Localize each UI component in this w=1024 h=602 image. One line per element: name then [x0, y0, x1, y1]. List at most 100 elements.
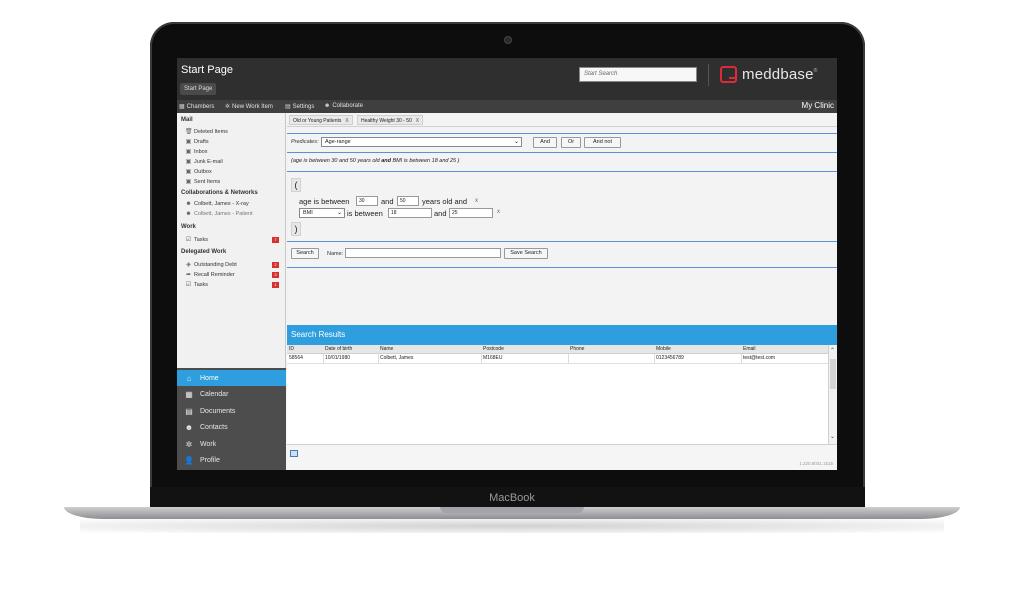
age-min-input[interactable]: 30 — [356, 196, 378, 206]
people-icon: ☻ — [324, 103, 331, 109]
nav-profile[interactable]: 👤 Profile — [177, 452, 286, 468]
chevron-up-icon[interactable]: ⌃ — [830, 347, 835, 354]
nav-documents[interactable]: ▤ Documents — [177, 403, 286, 419]
tab-healthy-weight[interactable]: Healthy Weight 30 - 50 X — [357, 115, 424, 125]
nav-home[interactable]: ⌂ Home — [177, 370, 286, 386]
sidebar-item-work-tasks[interactable]: ☑ Tasks 7 — [185, 236, 283, 243]
bmi-value: BMI — [303, 210, 313, 216]
camera-icon — [505, 37, 511, 43]
divider — [287, 171, 837, 172]
draft-icon: ▣ — [185, 139, 192, 145]
open-paren[interactable]: ( — [291, 178, 301, 192]
results-scrollbar[interactable]: ⌃ ⌄ — [828, 345, 837, 444]
search-button[interactable]: Search — [291, 248, 319, 259]
sidebar-item-sent[interactable]: ▣ Sent Items — [185, 178, 283, 186]
name-label: Name: — [327, 251, 344, 257]
close-paren[interactable]: ) — [291, 222, 301, 236]
nav-label: Documents — [200, 407, 236, 415]
toolbar-label: Settings — [292, 103, 315, 110]
sidebar-item-label: Tasks — [194, 236, 209, 243]
cell-dob: 10/01/1980 — [325, 355, 351, 361]
bmi-min-input[interactable]: 18 — [388, 208, 432, 218]
sidebar-item-label: Drafts — [194, 138, 209, 145]
toolbar-new-work-item[interactable]: ✲ New Work Item — [225, 103, 273, 111]
column-header[interactable]: Postcode — [483, 346, 504, 352]
sidebar-item-collab-xray[interactable]: ☻ Colbett, James - X-ray — [185, 201, 283, 207]
predicate-select[interactable]: Age-range ⌄ — [321, 137, 522, 147]
tab-label: Healthy Weight 30 - 50 — [361, 118, 412, 124]
nav-contacts[interactable]: ☻ Contacts — [177, 419, 286, 435]
toolbar-collaborate[interactable]: ☻ Collaborate — [324, 103, 363, 109]
query-tabs: Old or Young Patients X Healthy Weight 30… — [287, 113, 837, 127]
bmi-max-input[interactable]: 25 — [449, 208, 493, 218]
sent-icon: ▣ — [185, 179, 192, 185]
save-search-button[interactable]: Save Search — [504, 248, 548, 259]
column-header[interactable]: Email — [743, 346, 756, 352]
query-description: (age is between 30 and 50 years old and … — [291, 158, 459, 164]
column-separator — [741, 354, 742, 364]
column-header[interactable]: Phone — [570, 346, 584, 352]
cell-id: 58564 — [289, 355, 303, 361]
age-text: age is between — [299, 197, 350, 206]
age-max-input[interactable]: 50 — [397, 196, 419, 206]
device-label: MacBook — [489, 492, 535, 504]
nav-work[interactable]: ✲ Work — [177, 436, 286, 452]
toolbar-label: Chambers — [186, 103, 215, 110]
scroll-thumb[interactable] — [830, 359, 836, 389]
sidebar-item-outstanding-debt[interactable]: ◈ Outstanding Debt 2 — [185, 261, 283, 268]
tab-old-or-young[interactable]: Old or Young Patients X — [289, 115, 353, 125]
column-header[interactable]: Name — [380, 346, 393, 352]
sidebar-item-recall-reminder[interactable]: ➦ Recall Reminder 3 — [185, 271, 283, 278]
sidebar-item-inbox[interactable]: ▣ Inbox — [185, 148, 283, 156]
toolbar-chambers[interactable]: ▦ Chambers — [179, 103, 215, 111]
remove-age-icon[interactable]: x — [475, 198, 478, 204]
clinic-name[interactable]: My Clinic — [802, 101, 834, 110]
close-icon[interactable]: X — [416, 118, 419, 124]
sidebar-item-label: Outbox — [194, 168, 212, 175]
toolbar: ▦ Chambers ✲ New Work Item ▤ Settings ☻ Coll… — [177, 100, 837, 113]
app-header: Start Page Start Page Start Search meddb… — [177, 58, 837, 100]
desc-part: (age is between 30 and 50 years old — [291, 158, 382, 164]
nav-calendar[interactable]: ▦ Calendar — [177, 386, 286, 402]
cell-mobile: 0123456789 — [656, 355, 684, 361]
section-mail: Mail — [181, 117, 193, 123]
column-separator — [378, 354, 379, 364]
column-header[interactable]: ID — [289, 346, 294, 352]
junk-icon: ▣ — [185, 159, 192, 165]
column-separator — [568, 354, 569, 364]
sidebar-item-deleted[interactable]: 🗑 Deleted Items — [185, 128, 283, 136]
column-header[interactable]: Date of birth — [325, 346, 352, 352]
between-text: is between — [347, 209, 383, 218]
count-badge: 2 — [272, 261, 279, 268]
sidebar-item-outbox[interactable]: ▣ Outbox — [185, 168, 283, 176]
export-icon[interactable] — [290, 450, 298, 457]
toolbar-settings[interactable]: ▤ Settings — [285, 103, 315, 111]
section-work: Work — [181, 224, 196, 230]
and-button[interactable]: And — [533, 137, 557, 148]
documents-icon: ▤ — [185, 406, 193, 416]
chevron-down-icon[interactable]: ⌄ — [830, 433, 835, 440]
calendar-icon: ▦ — [185, 389, 193, 399]
search-name-input[interactable] — [345, 248, 501, 258]
sidebar-item-junk[interactable]: ▣ Junk E-mail — [185, 158, 283, 166]
start-search-input[interactable]: Start Search — [579, 67, 697, 82]
sidebar-item-collab-patient[interactable]: ☻ Colbett, James - Patient — [185, 211, 283, 217]
predicate-value: Age-range — [325, 139, 351, 145]
gear-icon: ✲ — [225, 104, 231, 110]
sidebar-item-delegated-tasks[interactable]: ☑ Tasks 1 — [185, 281, 283, 288]
or-button[interactable]: Or — [561, 137, 581, 148]
sidebar-item-drafts[interactable]: ▣ Drafts — [185, 138, 283, 146]
bmi-select[interactable]: BMI ⌄ — [299, 208, 345, 218]
column-separator — [323, 354, 324, 364]
checkbox-icon: ☑ — [185, 237, 192, 243]
column-separator — [654, 354, 655, 364]
page-title: Start Page — [181, 64, 233, 76]
tab-label: Old or Young Patients — [293, 118, 342, 124]
close-icon[interactable]: X — [345, 118, 348, 124]
remove-bmi-icon[interactable]: x — [497, 209, 500, 215]
and-not-button[interactable]: And not — [584, 137, 621, 148]
column-header[interactable]: Mobile — [656, 346, 671, 352]
people-icon: ☻ — [185, 211, 192, 217]
breadcrumb[interactable]: Start Page — [180, 83, 217, 95]
table-row[interactable]: 58564 10/01/1980 Colbett, James M168EU 0… — [287, 354, 828, 364]
